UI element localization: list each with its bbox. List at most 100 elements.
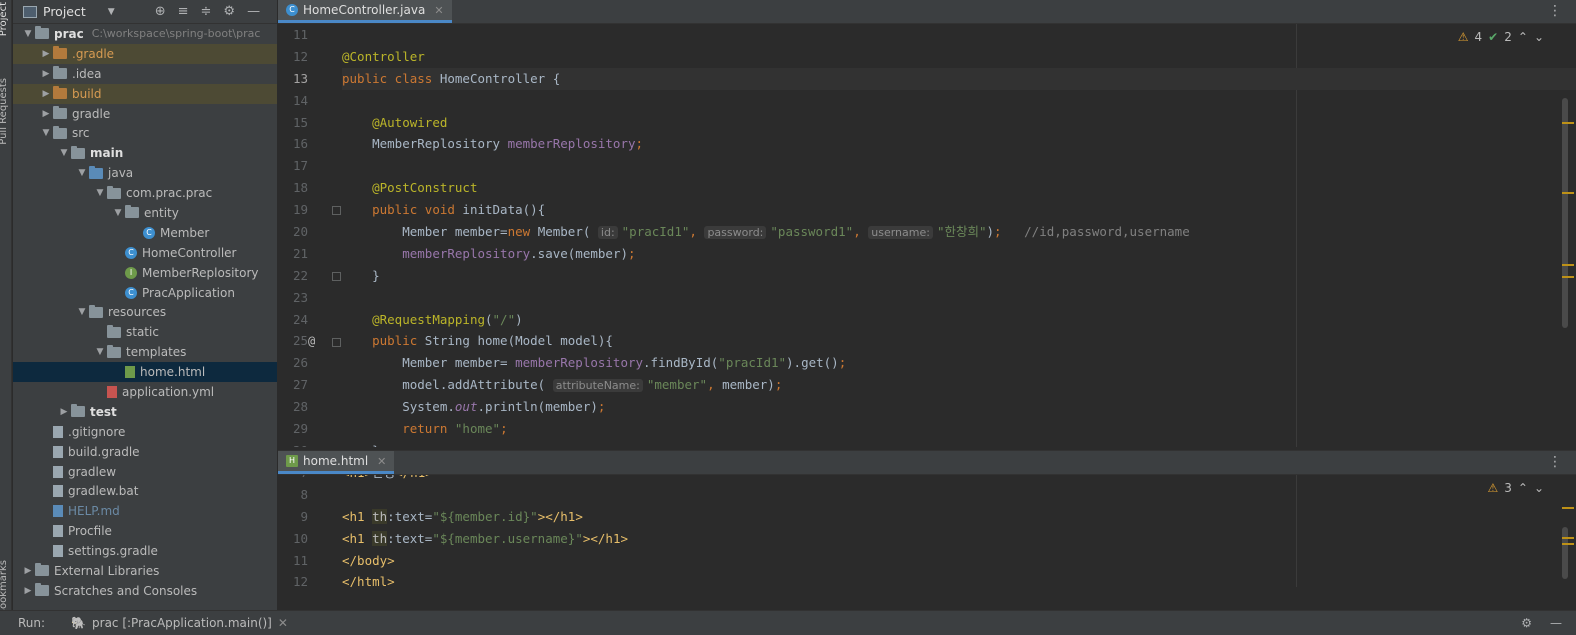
pull-requests-tool-button[interactable]: Pull Requests	[0, 78, 9, 145]
code-line[interactable]	[342, 90, 1576, 112]
tree-item[interactable]: I MemberReplository	[13, 263, 277, 283]
view-dropdown-icon[interactable]: ▼	[108, 7, 115, 17]
tree-item[interactable]: ▼ src	[13, 123, 277, 143]
code-line[interactable]: </body>	[342, 550, 1576, 572]
chevron-down-icon[interactable]: ▼	[21, 29, 35, 39]
chevron-down-icon[interactable]: ▼	[93, 347, 107, 357]
inspection-status[interactable]: ⚠ 3 ⌃ ⌄	[1487, 481, 1544, 495]
chevron-right-icon[interactable]: ▶	[39, 69, 53, 79]
tree-item[interactable]: ▼ resources	[13, 302, 277, 322]
chevron-down-icon[interactable]: ▼	[111, 208, 125, 218]
tree-item[interactable]: ▶ test	[13, 402, 277, 422]
code-line[interactable]: System.out.println(member);	[342, 396, 1576, 418]
fold-marker-icon[interactable]	[332, 206, 341, 215]
fold-marker-icon[interactable]	[332, 338, 341, 347]
code-line[interactable]: }	[342, 265, 1576, 287]
prev-highlight-icon[interactable]: ⌃	[1518, 30, 1528, 44]
code-line[interactable]: }	[342, 440, 1576, 447]
tree-item[interactable]: settings.gradle	[13, 541, 277, 561]
hide-panel-icon[interactable]: —	[247, 4, 260, 19]
code-line[interactable]	[342, 155, 1576, 177]
chevron-down-icon[interactable]: ▼	[39, 128, 53, 138]
settings-gear-icon[interactable]: ⚙	[223, 4, 235, 19]
code-area[interactable]: 1112131415161718192021222324252627282930…	[278, 24, 1576, 447]
tree-item[interactable]: ▼ com.prac.prac	[13, 183, 277, 203]
chevron-right-icon[interactable]: ▶	[39, 49, 53, 59]
tree-item[interactable]: C HomeController	[13, 243, 277, 263]
more-options-icon[interactable]: ⋮	[1548, 3, 1562, 19]
tree-item[interactable]: Procfile	[13, 521, 277, 541]
tree-item[interactable]: ▼ prac C:\workspace\spring-boot\prac	[13, 24, 277, 44]
hide-run-panel-icon[interactable]: —	[1550, 616, 1562, 630]
tree-item[interactable]: ▼ java	[13, 163, 277, 183]
tree-item[interactable]: .gitignore	[13, 422, 277, 442]
tree-item[interactable]: gradlew.bat	[13, 481, 277, 501]
code-line[interactable]: MemberReplository memberReplository;	[342, 133, 1576, 155]
prev-highlight-icon[interactable]: ⌃	[1518, 481, 1528, 495]
chevron-right-icon[interactable]: ▶	[21, 566, 35, 576]
warning-stripe[interactable]	[1562, 543, 1574, 545]
code-line[interactable]	[342, 484, 1576, 506]
tree-item[interactable]: ▶ Scratches and Consoles	[13, 581, 277, 601]
tree-item[interactable]: gradlew	[13, 462, 277, 482]
bookmarks-tool-button[interactable]: Bookmarks	[0, 560, 9, 616]
chevron-right-icon[interactable]: ▶	[21, 586, 35, 596]
chevron-down-icon[interactable]: ▼	[75, 168, 89, 178]
tree-item[interactable]: ▶ .idea	[13, 64, 277, 84]
warning-stripe[interactable]	[1562, 507, 1574, 509]
mapping-gutter-icon[interactable]: @	[308, 334, 315, 348]
chevron-down-icon[interactable]: ▼	[57, 148, 71, 158]
code-line[interactable]: @Controller	[342, 46, 1576, 68]
tree-item[interactable]: ▶ External Libraries	[13, 561, 277, 581]
run-config-tab[interactable]: 🐘 prac [:PracApplication.main()] ✕	[71, 616, 288, 630]
tab-home-html[interactable]: H home.html ✕	[278, 451, 395, 474]
tree-item[interactable]: static	[13, 322, 277, 342]
tree-item[interactable]: build.gradle	[13, 442, 277, 462]
tree-item[interactable]: C PracApplication	[13, 283, 277, 303]
code-line[interactable]: Member member=new Member( id: "pracId1", …	[342, 221, 1576, 243]
code-line[interactable]: @Autowired	[342, 112, 1576, 134]
code-line[interactable]	[342, 287, 1576, 309]
code-line[interactable]: Member member= memberReplository.findByI…	[342, 352, 1576, 374]
close-tab-icon[interactable]: ✕	[377, 455, 386, 468]
code-line[interactable]: public class HomeController {	[342, 67, 1576, 90]
code-lines[interactable]: <h1>안녕</h1> <h1 th:text="${member.id}"></…	[342, 475, 1576, 587]
tree-item[interactable]: ▼ templates	[13, 342, 277, 362]
code-line[interactable]: public void initData(){	[342, 199, 1576, 221]
next-highlight-icon[interactable]: ⌄	[1534, 481, 1544, 495]
code-line[interactable]: public String home(Model model){	[342, 330, 1576, 352]
chevron-right-icon[interactable]: ▶	[39, 109, 53, 119]
expand-all-icon[interactable]: ≡	[178, 4, 189, 19]
fold-marker-icon[interactable]	[332, 272, 341, 281]
warning-stripe[interactable]	[1562, 122, 1574, 124]
tree-item[interactable]: application.yml	[13, 382, 277, 402]
warning-stripe[interactable]	[1562, 264, 1574, 266]
tab-home-controller-java[interactable]: C HomeController.java ✕	[278, 0, 452, 23]
code-area[interactable]: 7 8 9 10 11 12 <h1>안녕</h1> <h1 th:text="${memb…	[278, 475, 1576, 587]
code-line[interactable]: <h1>안녕</h1>	[342, 475, 1576, 484]
code-line[interactable]: @PostConstruct	[342, 177, 1576, 199]
tree-item[interactable]: ▼ main	[13, 143, 277, 163]
next-highlight-icon[interactable]: ⌄	[1534, 30, 1544, 44]
close-run-tab-icon[interactable]: ✕	[278, 616, 288, 630]
inspection-status[interactable]: ⚠ 4 ✔ 2 ⌃ ⌄	[1458, 30, 1544, 44]
warning-stripe[interactable]	[1562, 192, 1574, 194]
collapse-all-icon[interactable]: ≑	[201, 4, 212, 19]
tree-item[interactable]: HELP.md	[13, 501, 277, 521]
editor-scrollbar[interactable]	[1562, 98, 1568, 328]
more-options-icon[interactable]: ⋮	[1548, 454, 1562, 470]
chevron-right-icon[interactable]: ▶	[39, 89, 53, 99]
code-line[interactable]: return "home";	[342, 418, 1576, 440]
code-line[interactable]: <h1 th:text="${member.username}"></h1>	[342, 528, 1576, 550]
warning-stripe[interactable]	[1562, 276, 1574, 278]
project-tool-button[interactable]: Project	[0, 2, 9, 36]
code-line[interactable]: model.addAttribute( attributeName: "membe…	[342, 374, 1576, 396]
chevron-right-icon[interactable]: ▶	[57, 407, 71, 417]
tree-item[interactable]: home.html	[13, 362, 277, 383]
code-line[interactable]: </html>	[342, 571, 1576, 587]
tree-item[interactable]: ▼ entity	[13, 203, 277, 223]
chevron-down-icon[interactable]: ▼	[75, 307, 89, 317]
code-line[interactable]: <h1 th:text="${member.id}"></h1>	[342, 506, 1576, 528]
chevron-down-icon[interactable]: ▼	[93, 188, 107, 198]
code-line[interactable]: @RequestMapping("/")	[342, 309, 1576, 331]
